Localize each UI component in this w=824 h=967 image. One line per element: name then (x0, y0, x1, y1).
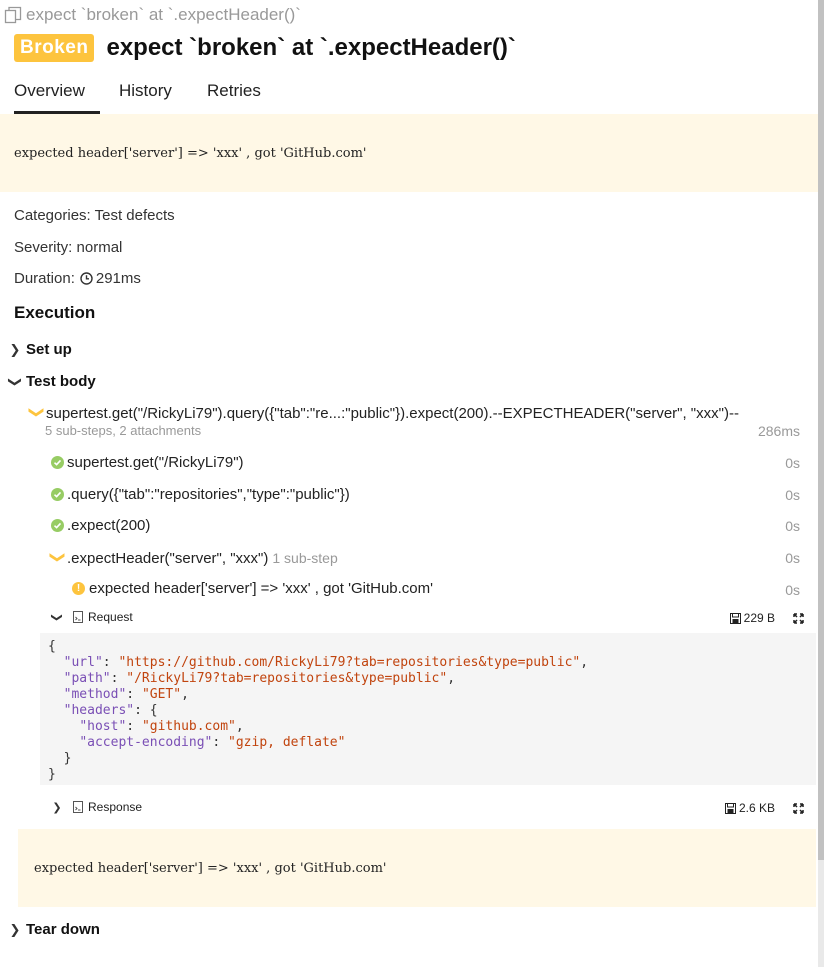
nested-step-label: expected header['server'] => 'xxx' , got… (89, 580, 434, 597)
json-val-path: "/RickyLi79?tab=repositories&type=public… (126, 671, 448, 686)
clock-icon (80, 272, 93, 285)
status-badge: Broken (14, 34, 95, 62)
json-key-accept-encoding: "accept-encoding" (79, 735, 213, 750)
check-icon (51, 519, 64, 532)
attachment-response[interactable]: ❯ Response (50, 800, 142, 814)
tab-overview-label: Overview (14, 81, 85, 100)
teardown-toggle[interactable]: ❯ Tear down (8, 921, 100, 938)
test-body-label: Test body (26, 373, 96, 390)
substep-query-time: 0s (785, 487, 800, 503)
test-body-toggle[interactable]: ❯ Test body (8, 373, 96, 390)
save-icon (724, 802, 736, 814)
main-step[interactable]: ❯ supertest.get("/RickyLi79").query({"ta… (28, 404, 739, 422)
chevron-right-icon: ❯ (9, 921, 21, 937)
substep-query[interactable]: .query({"tab":"repositories","type":"pub… (51, 486, 350, 503)
json-key-host: "host" (79, 719, 127, 734)
error-message-box: expected header['server'] => 'xxx' , got… (0, 114, 818, 192)
substep-query-label: .query({"tab":"repositories","type":"pub… (67, 486, 350, 503)
tab-retries-label: Retries (207, 81, 261, 100)
check-icon (51, 456, 64, 469)
main-step-summary: 5 sub-steps, 2 attachments (45, 423, 202, 438)
file-icon (73, 611, 83, 623)
substep-expectheader-time: 0s (785, 550, 800, 566)
severity-value: normal (76, 239, 123, 256)
substep-expect-label: .expect(200) (67, 517, 151, 534)
breadcrumb: expect `broken` at `.expectHeader()` (4, 4, 301, 26)
step-error-box: expected header['server'] => 'xxx' , got… (18, 829, 816, 907)
attachment-response-name: Response (88, 800, 143, 814)
tab-overview[interactable]: Overview (14, 72, 100, 114)
page-title: expect `broken` at `.expectHeader()` (106, 34, 516, 61)
test-title-bar: Broken expect `broken` at `.expectHeader… (14, 34, 516, 62)
step-error-message: expected header['server'] => 'xxx' , got… (34, 861, 387, 876)
attachment-request[interactable]: ❯ Request (50, 610, 133, 624)
categories-label: Categories: (14, 207, 91, 224)
json-val-url: "https://github.com/RickyLi79?tab=reposi… (118, 655, 581, 670)
nested-step-time: 0s (785, 582, 800, 598)
attachment-request-meta: 229 B (729, 611, 804, 625)
setup-toggle[interactable]: ❯ Set up (8, 341, 72, 358)
substep-get-label: supertest.get("/RickyLi79") (67, 454, 244, 471)
duration-label: Duration: (14, 270, 75, 287)
chevron-down-icon: ❯ (28, 406, 45, 419)
severity: Severity: normal (14, 239, 122, 256)
tab-retries[interactable]: Retries (207, 72, 261, 111)
json-key-path: "path" (63, 671, 111, 686)
categories: Categories: Test defects (14, 207, 175, 224)
substep-get[interactable]: supertest.get("/RickyLi79") (51, 454, 244, 471)
chevron-down-icon: ❯ (49, 551, 66, 564)
duration-value: 291ms (95, 270, 141, 287)
tab-history[interactable]: History (119, 72, 172, 111)
warning-icon: ! (72, 582, 85, 595)
expand-icon[interactable] (793, 612, 804, 624)
error-message: expected header['server'] => 'xxx' , got… (14, 146, 367, 161)
expand-icon[interactable] (793, 802, 804, 814)
chevron-right-icon: ❯ (52, 801, 62, 814)
categories-value[interactable]: Test defects (95, 207, 175, 224)
main-step-label: supertest.get("/RickyLi79").query({"tab"… (46, 404, 739, 422)
chevron-right-icon: ❯ (9, 341, 21, 357)
severity-label: Severity: (14, 239, 73, 256)
attachment-response-size: 2.6 KB (738, 801, 775, 815)
json-key-headers: "headers" (63, 703, 135, 718)
scrollbar[interactable] (818, 0, 824, 967)
json-key-method: "method" (63, 687, 127, 702)
save-icon (729, 612, 741, 624)
scrollbar-thumb[interactable] (818, 0, 824, 860)
substep-expectheader-count: 1 sub-step (272, 550, 338, 566)
attachment-response-meta: 2.6 KB (724, 801, 804, 815)
file-icon (73, 801, 83, 813)
attachment-request-name: Request (88, 610, 133, 624)
substep-expect-time: 0s (785, 518, 800, 534)
json-val-host: "github.com" (141, 719, 236, 734)
request-json-viewer: { "url": "https://github.com/RickyLi79?t… (40, 633, 816, 785)
copy-icon[interactable] (4, 6, 22, 24)
duration: Duration: 291ms (14, 270, 141, 287)
execution-heading: Execution (14, 303, 96, 322)
main-step-time: 286ms (757, 423, 800, 439)
chevron-down-icon: ❯ (8, 376, 23, 387)
check-icon (51, 488, 64, 501)
chevron-down-icon: ❯ (50, 612, 63, 622)
json-key-url: "url" (63, 655, 103, 670)
tab-history-label: History (119, 81, 172, 100)
attachment-request-size: 229 B (743, 611, 775, 625)
substep-expectheader-label: .expectHeader("server", "xxx") (67, 549, 269, 567)
setup-label: Set up (26, 341, 72, 358)
teardown-label: Tear down (26, 921, 100, 938)
substep-expect[interactable]: .expect(200) (51, 517, 150, 534)
breadcrumb-text: expect `broken` at `.expectHeader()` (26, 5, 301, 24)
json-val-accept-encoding: "gzip, deflate" (228, 735, 346, 750)
substep-get-time: 0s (785, 455, 800, 471)
nested-step[interactable]: ! expected header['server'] => 'xxx' , g… (72, 580, 433, 597)
tab-bar: Overview History Retries (0, 72, 824, 115)
json-val-method: "GET" (141, 687, 182, 702)
substep-expectheader[interactable]: ❯ .expectHeader("server", "xxx") 1 sub-s… (49, 549, 338, 567)
